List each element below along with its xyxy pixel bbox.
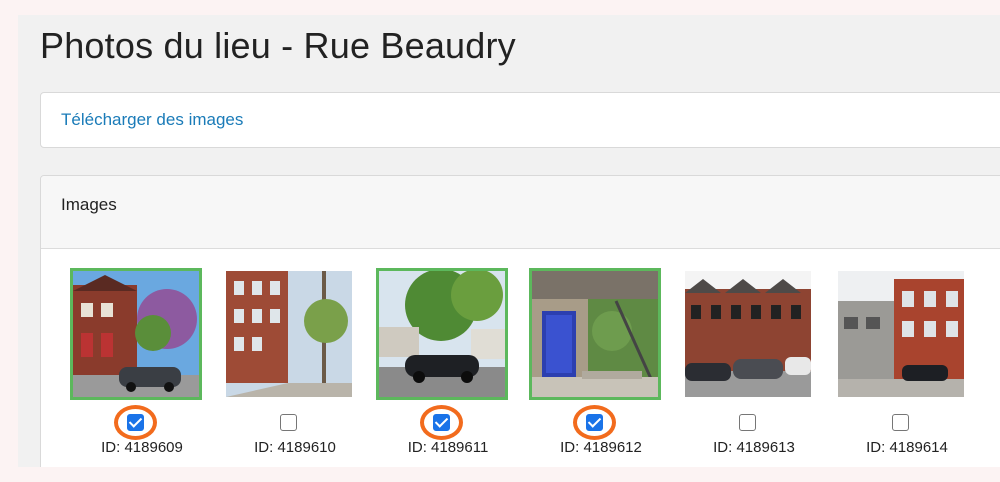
image-card: ID: 4189613 bbox=[678, 268, 830, 456]
image-select-control bbox=[372, 405, 524, 440]
image-thumbnail[interactable] bbox=[70, 268, 202, 400]
upload-images-link[interactable]: Télécharger des images bbox=[61, 110, 243, 130]
image-select-checkbox[interactable] bbox=[280, 414, 297, 431]
photo-brick-house bbox=[73, 271, 199, 397]
photo-street-brick-building bbox=[226, 271, 352, 397]
image-thumbnail[interactable] bbox=[682, 268, 814, 400]
image-select-control bbox=[831, 412, 983, 436]
image-select-control bbox=[525, 405, 677, 440]
photo-blue-door-ivy bbox=[532, 271, 658, 397]
photo-grey-red-buildings bbox=[838, 271, 964, 397]
image-card: ID: 4189610 bbox=[219, 268, 371, 456]
image-card: ID: 4189611 bbox=[372, 268, 524, 456]
image-select-control bbox=[219, 412, 371, 436]
image-grid: ID: 4189609 ID: 4189610 ID: 4189611 ID: … bbox=[41, 249, 1000, 467]
image-thumbnail[interactable] bbox=[529, 268, 661, 400]
image-id-label: ID: 4189611 bbox=[407, 439, 489, 456]
page-title: Photos du lieu - Rue Beaudry bbox=[40, 25, 516, 66]
photo-street-tree-car bbox=[379, 271, 505, 397]
photo-rowhouses bbox=[685, 271, 811, 397]
image-thumbnail[interactable] bbox=[223, 268, 355, 400]
image-thumbnail[interactable] bbox=[376, 268, 508, 400]
images-panel-header: Images bbox=[41, 176, 1000, 249]
images-panel-title: Images bbox=[61, 195, 117, 214]
image-id-label: ID: 4189610 bbox=[254, 439, 336, 456]
image-select-checkbox[interactable] bbox=[739, 414, 756, 431]
image-id-label: ID: 4189609 bbox=[101, 439, 183, 456]
highlight-circle-annotation bbox=[420, 405, 463, 440]
image-thumbnail[interactable] bbox=[835, 268, 967, 400]
image-id-label: ID: 4189614 bbox=[866, 439, 948, 456]
image-select-control bbox=[678, 412, 830, 436]
images-panel: Images ID: 4189609 ID: 4189610 ID: 41896… bbox=[40, 175, 1000, 467]
image-select-control bbox=[66, 405, 218, 440]
image-select-checkbox[interactable] bbox=[892, 414, 909, 431]
image-card: ID: 4189612 bbox=[525, 268, 677, 456]
image-id-label: ID: 4189613 bbox=[713, 439, 795, 456]
image-card: ID: 4189609 bbox=[66, 268, 218, 456]
upload-panel: Télécharger des images bbox=[40, 92, 1000, 148]
image-id-label: ID: 4189612 bbox=[560, 439, 642, 456]
highlight-circle-annotation bbox=[573, 405, 616, 440]
highlight-circle-annotation bbox=[114, 405, 157, 440]
app-screen: Photos du lieu - Rue Beaudry Télécharger… bbox=[18, 15, 1000, 467]
image-card: ID: 4189614 bbox=[831, 268, 983, 456]
